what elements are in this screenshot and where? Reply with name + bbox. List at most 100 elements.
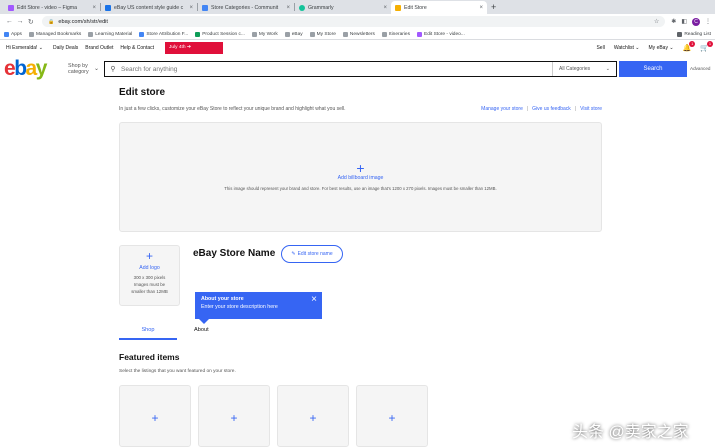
bookmark-label: eBay (291, 31, 303, 37)
category-select[interactable]: All Categories ⌄ (552, 62, 616, 76)
browser-tab-store-categories[interactable]: Store Categories - Communit × (198, 1, 294, 14)
shop-by-category[interactable]: Shop by category ⌄ (68, 63, 99, 75)
manage-store-link[interactable]: Manage your store (481, 106, 523, 112)
close-tab-icon[interactable]: × (479, 5, 483, 11)
my-ebay-label: My eBay (648, 44, 668, 51)
doc-icon (139, 31, 145, 37)
grammarly-icon (299, 4, 305, 11)
search-icon: ⚲ (110, 66, 116, 73)
give-feedback-link[interactable]: Give us feedback (532, 106, 571, 112)
bookmark-my-work[interactable]: My Work (251, 31, 278, 37)
browser-tab-edit-store[interactable]: Edit Store × (391, 1, 487, 14)
bookmark-newsletters[interactable]: Newsletters (342, 31, 375, 37)
browser-tab-grammarly[interactable]: Grammarly × (295, 1, 391, 14)
store-name: eBay Store Name (193, 248, 276, 259)
advanced-search-link[interactable]: Advanced (690, 66, 710, 71)
bookmark-label: Reading List (684, 31, 711, 37)
billboard-upload[interactable]: + Add billboard image This image should … (119, 122, 602, 232)
tab-about[interactable]: About (194, 327, 209, 333)
arrow-right-icon: ➔ (186, 45, 191, 50)
bookmark-learning[interactable]: Learning Material (88, 31, 132, 37)
close-tab-icon[interactable]: × (189, 5, 193, 11)
cart-count: 1 (707, 40, 713, 47)
bookmark-apps[interactable]: Apps (4, 31, 22, 37)
close-tab-icon[interactable]: × (92, 5, 96, 11)
browser-tab-figma[interactable]: Edit Store - video – Figma × (4, 1, 100, 14)
plus-icon: + (151, 411, 159, 425)
close-tab-icon[interactable]: × (383, 5, 387, 11)
sheet-icon (195, 31, 201, 37)
bookmark-ebay[interactable]: eBay (284, 31, 303, 37)
folder-icon (342, 31, 348, 37)
bookmark-itineraries[interactable]: Itineraries (381, 31, 410, 37)
reload-icon[interactable]: ↻ (25, 18, 36, 26)
bookmark-label: My Work (258, 31, 278, 37)
bookmark-managed[interactable]: Managed Bookmarks (28, 31, 82, 37)
featured-item-slot[interactable]: + (277, 385, 349, 447)
address-bar[interactable]: 🔒 ebay.com/sh/str/edit ☆ (42, 16, 666, 27)
figma-icon (8, 4, 14, 11)
folder-icon (381, 31, 387, 37)
browser-tab-strip: Edit Store - video – Figma × eBay US con… (0, 0, 715, 14)
back-arrow-icon[interactable]: ← (4, 18, 15, 25)
bookmark-store-attribution[interactable]: Store Attribution F... (139, 31, 189, 37)
cart-icon[interactable]: 🛒 1 (700, 40, 713, 52)
sell-link[interactable]: Sell (596, 45, 604, 51)
visit-store-link[interactable]: Visit store (580, 106, 602, 112)
new-tab-icon[interactable]: + (491, 2, 496, 12)
daily-deals-link[interactable]: Daily Deals (53, 45, 78, 51)
browser-tab-title: eBay US content style guide c (114, 4, 184, 11)
plus-icon: + (145, 249, 153, 263)
ebay-logo[interactable]: ebay (4, 57, 47, 80)
bookmark-star-icon[interactable]: ☆ (654, 18, 659, 25)
tab-shop[interactable]: Shop (119, 327, 177, 333)
edit-store-name-button[interactable]: ✎ Edit store name (281, 245, 343, 263)
close-icon[interactable]: × (311, 295, 317, 305)
logo-hint: 300 x 300 pixels Images must be smaller … (131, 275, 168, 294)
featured-items-subtitle: Select the listings that you want featur… (119, 369, 236, 374)
browser-tab-title: Edit Store - video – Figma (17, 4, 77, 11)
category-value: All Categories (559, 66, 591, 72)
search-button[interactable]: Search (619, 61, 687, 77)
extensions-icon[interactable]: ✱ (671, 18, 676, 25)
logo-upload[interactable]: + Add logo 300 x 300 pixels Images must … (119, 245, 180, 306)
url-text: ebay.com/sh/str/edit (58, 18, 108, 25)
chevron-down-icon: ⌄ (94, 66, 100, 72)
help-contact-link[interactable]: Help & Contact (120, 45, 154, 51)
folder-icon (309, 31, 315, 37)
brand-outlet-link[interactable]: Brand Outlet (85, 45, 113, 51)
reading-list-icon (677, 31, 683, 37)
browser-tab-title: Grammarly (308, 4, 334, 11)
bookmark-edit-store-video[interactable]: Edit Store - video... (417, 31, 465, 37)
menu-dots-icon[interactable]: ⋮ (705, 18, 711, 25)
close-tab-icon[interactable]: × (286, 5, 290, 11)
watchlist-label: Watchlist (613, 44, 634, 51)
billboard-hint: This image should represent your brand a… (224, 186, 497, 191)
bookmark-my-store[interactable]: My Store (309, 31, 336, 37)
page-title: Edit store (119, 87, 166, 98)
figma-icon (417, 31, 422, 37)
chevron-down-icon: ⌄ (38, 44, 43, 51)
forward-arrow-icon[interactable]: → (15, 18, 26, 25)
logo-letter: a (25, 57, 38, 80)
browser-tab-style-guide[interactable]: eBay US content style guide c × (101, 1, 197, 14)
bookmark-label: Managed Bookmarks (35, 31, 82, 37)
search-input[interactable] (121, 65, 552, 73)
extension-puzzle-icon[interactable]: ◧ (681, 18, 687, 25)
bookmarks-bar: Apps Managed Bookmarks Learning Material… (0, 29, 715, 40)
docs-icon (202, 4, 208, 11)
add-logo-label[interactable]: Add logo (120, 265, 179, 271)
my-ebay-link[interactable]: My eBay ⌄ (649, 45, 674, 51)
profile-avatar[interactable]: C (692, 17, 700, 26)
bookmark-product-session[interactable]: Product Session c... (195, 31, 245, 37)
user-greeting[interactable]: Hi Esmeralda! ⌄ (6, 45, 43, 51)
bookmark-label: Store Attribution F... (146, 31, 189, 37)
featured-item-slot[interactable]: + (198, 385, 270, 447)
watchlist-link[interactable]: Watchlist ⌄ (614, 45, 640, 51)
featured-item-slot[interactable]: + (356, 385, 428, 447)
reading-list[interactable]: Reading List (677, 31, 711, 37)
notification-bell-icon[interactable]: 🔔 1 (683, 40, 696, 52)
promo-banner[interactable]: July 4th ➔ (165, 41, 224, 54)
add-billboard-label[interactable]: Add billboard image (120, 175, 601, 181)
featured-item-slot[interactable]: + (119, 385, 191, 447)
